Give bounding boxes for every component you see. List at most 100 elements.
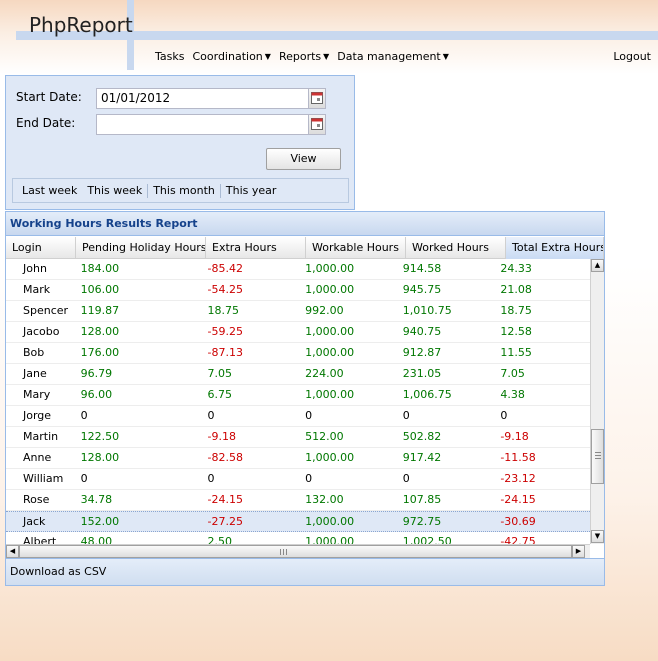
- table-cell: -24.15: [500, 493, 536, 506]
- table-cell: 1,006.75: [402, 388, 452, 401]
- column-header-label: Worked Hours: [412, 241, 489, 254]
- table-cell: 21.08: [500, 283, 532, 296]
- main-nav: Tasks Coordination ▼ Reports ▼ Data manage…: [155, 50, 449, 63]
- caret-down-icon: ▼: [264, 52, 271, 61]
- table-cell: Jane: [23, 367, 47, 380]
- table-cell: 512.00: [305, 430, 344, 443]
- table-cell: 119.87: [80, 304, 120, 317]
- nav-item-tasks[interactable]: Tasks: [155, 50, 184, 63]
- table-cell: 914.58: [402, 262, 442, 275]
- caret-down-icon: ▼: [323, 52, 330, 61]
- nav-item-data-management[interactable]: Data management ▼: [337, 50, 449, 63]
- nav-item-coordination[interactable]: Coordination ▼: [192, 50, 270, 63]
- vertical-scrollbar[interactable]: ▲ ▼: [590, 259, 604, 544]
- table-cell: 231.05: [402, 367, 442, 380]
- view-button[interactable]: View: [266, 148, 341, 170]
- table-cell: Mark: [23, 283, 51, 296]
- table-cell: -85.42: [207, 262, 243, 275]
- scroll-up-button[interactable]: ▲: [591, 259, 604, 272]
- table-cell: 0: [305, 409, 313, 422]
- quick-range-last-week[interactable]: Last week: [17, 184, 82, 197]
- quick-range-this-month[interactable]: This month: [148, 184, 220, 197]
- table-row[interactable]: Bob 176.00 -87.13 1,000.00 912.87 11.55: [6, 343, 590, 364]
- table-row[interactable]: William 0 0 0 0 -23.12: [6, 469, 590, 490]
- grip-icon: [280, 549, 287, 555]
- nav-label: Coordination: [192, 50, 263, 63]
- table-cell: 502.82: [402, 430, 442, 443]
- column-header-total-extra-hours[interactable]: Total Extra Hours▼: [506, 237, 604, 259]
- table-cell: -87.13: [207, 346, 243, 359]
- start-date-field[interactable]: 01/01/2012: [96, 88, 326, 109]
- scroll-down-button[interactable]: ▼: [591, 530, 604, 543]
- table-cell: 1,002.50: [402, 535, 452, 544]
- table-row[interactable]: Rose 34.78 -24.15 132.00 107.85 -24.15: [6, 490, 590, 511]
- table-cell: John: [23, 262, 47, 275]
- column-header-extra-hours[interactable]: Extra Hours: [206, 237, 306, 259]
- table-row[interactable]: Mark 106.00 -54.25 1,000.00 945.75 21.08: [6, 280, 590, 301]
- table-cell: 11.55: [500, 346, 532, 359]
- horizontal-scroll-thumb[interactable]: [19, 545, 572, 558]
- table-row[interactable]: Anne 128.00 -82.58 1,000.00 917.42 -11.58: [6, 448, 590, 469]
- table-row[interactable]: Mary 96.00 6.75 1,000.00 1,006.75 4.38: [6, 385, 590, 406]
- table-cell: 945.75: [402, 283, 442, 296]
- table-cell: -30.69: [500, 515, 536, 528]
- horizontal-scrollbar[interactable]: ◀ ▶: [6, 544, 590, 558]
- table-cell: 2.50: [207, 535, 233, 544]
- start-date-label: Start Date:: [16, 90, 82, 104]
- table-cell: -82.58: [207, 451, 243, 464]
- table-cell: 48.00: [80, 535, 113, 544]
- table-cell: 1,000.00: [305, 515, 355, 528]
- table-cell: 917.42: [402, 451, 442, 464]
- nav-item-reports[interactable]: Reports ▼: [279, 50, 329, 63]
- table-row[interactable]: Albert 48.00 2.50 1,000.00 1,002.50 -42.75: [6, 532, 590, 544]
- table-cell: 1,000.00: [305, 325, 355, 338]
- column-header-worked-hours[interactable]: Worked Hours: [406, 237, 506, 259]
- end-date-field[interactable]: [96, 114, 326, 135]
- table-row[interactable]: Spencer 119.87 18.75 992.00 1,010.75 18.75: [6, 301, 590, 322]
- table-cell: 992.00: [305, 304, 344, 317]
- grid-header: Login Pending Holiday Hours Extra Hours Wor…: [6, 237, 604, 259]
- table-cell: 106.00: [80, 283, 120, 296]
- quick-range-this-week[interactable]: This week: [82, 184, 147, 197]
- end-date-picker-button[interactable]: [308, 115, 325, 134]
- logout-link[interactable]: Logout: [613, 50, 651, 63]
- grid-body[interactable]: John 184.00 -85.42 1,000.00 914.58 24.33 Mark 1…: [6, 259, 590, 544]
- table-cell: -23.12: [500, 472, 536, 485]
- download-csv-button[interactable]: Download as CSV: [10, 565, 106, 578]
- table-cell: Albert: [23, 535, 57, 544]
- table-row[interactable]: Martin 122.50 -9.18 512.00 502.82 -9.18: [6, 427, 590, 448]
- table-cell: 18.75: [500, 304, 532, 317]
- column-header-pending-holiday-hours[interactable]: Pending Holiday Hours: [76, 237, 206, 259]
- table-row[interactable]: Jacobo 128.00 -59.25 1,000.00 940.75 12.58: [6, 322, 590, 343]
- date-filter-panel: Start Date: 01/01/2012 End Date: View La…: [5, 75, 355, 210]
- table-row[interactable]: Jane 96.79 7.05 224.00 231.05 7.05: [6, 364, 590, 385]
- table-cell: -9.18: [500, 430, 529, 443]
- report-title: Working Hours Results Report: [6, 212, 604, 236]
- quick-range-this-year[interactable]: This year: [221, 184, 282, 197]
- table-cell: 128.00: [80, 451, 120, 464]
- table-cell: 1,000.00: [305, 262, 355, 275]
- scroll-right-button[interactable]: ▶: [572, 545, 585, 558]
- table-cell: 7.05: [207, 367, 233, 380]
- table-cell: Jack: [23, 515, 46, 528]
- table-cell: 0: [305, 472, 313, 485]
- table-cell: 184.00: [80, 262, 120, 275]
- calendar-icon: [311, 118, 323, 130]
- table-row[interactable]: John 184.00 -85.42 1,000.00 914.58 24.33: [6, 259, 590, 280]
- table-row[interactable]: Jorge 0 0 0 0 0: [6, 406, 590, 427]
- table-cell: 972.75: [402, 515, 442, 528]
- column-header-login[interactable]: Login: [6, 237, 76, 259]
- nav-label: Data management: [337, 50, 441, 63]
- table-cell: Spencer: [23, 304, 69, 317]
- table-cell: 1,010.75: [402, 304, 452, 317]
- table-row[interactable]: Jack 152.00 -27.25 1,000.00 972.75 -30.69: [6, 511, 590, 532]
- column-header-workable-hours[interactable]: Workable Hours: [306, 237, 406, 259]
- quick-range-bar: Last week This week This month This year: [12, 178, 349, 203]
- scroll-left-button[interactable]: ◀: [6, 545, 19, 558]
- table-cell: 7.05: [500, 367, 525, 380]
- vertical-scroll-thumb[interactable]: [591, 429, 604, 484]
- table-cell: 128.00: [80, 325, 120, 338]
- table-cell: Jacobo: [23, 325, 60, 338]
- start-date-picker-button[interactable]: [308, 89, 325, 108]
- table-cell: 1,000.00: [305, 451, 355, 464]
